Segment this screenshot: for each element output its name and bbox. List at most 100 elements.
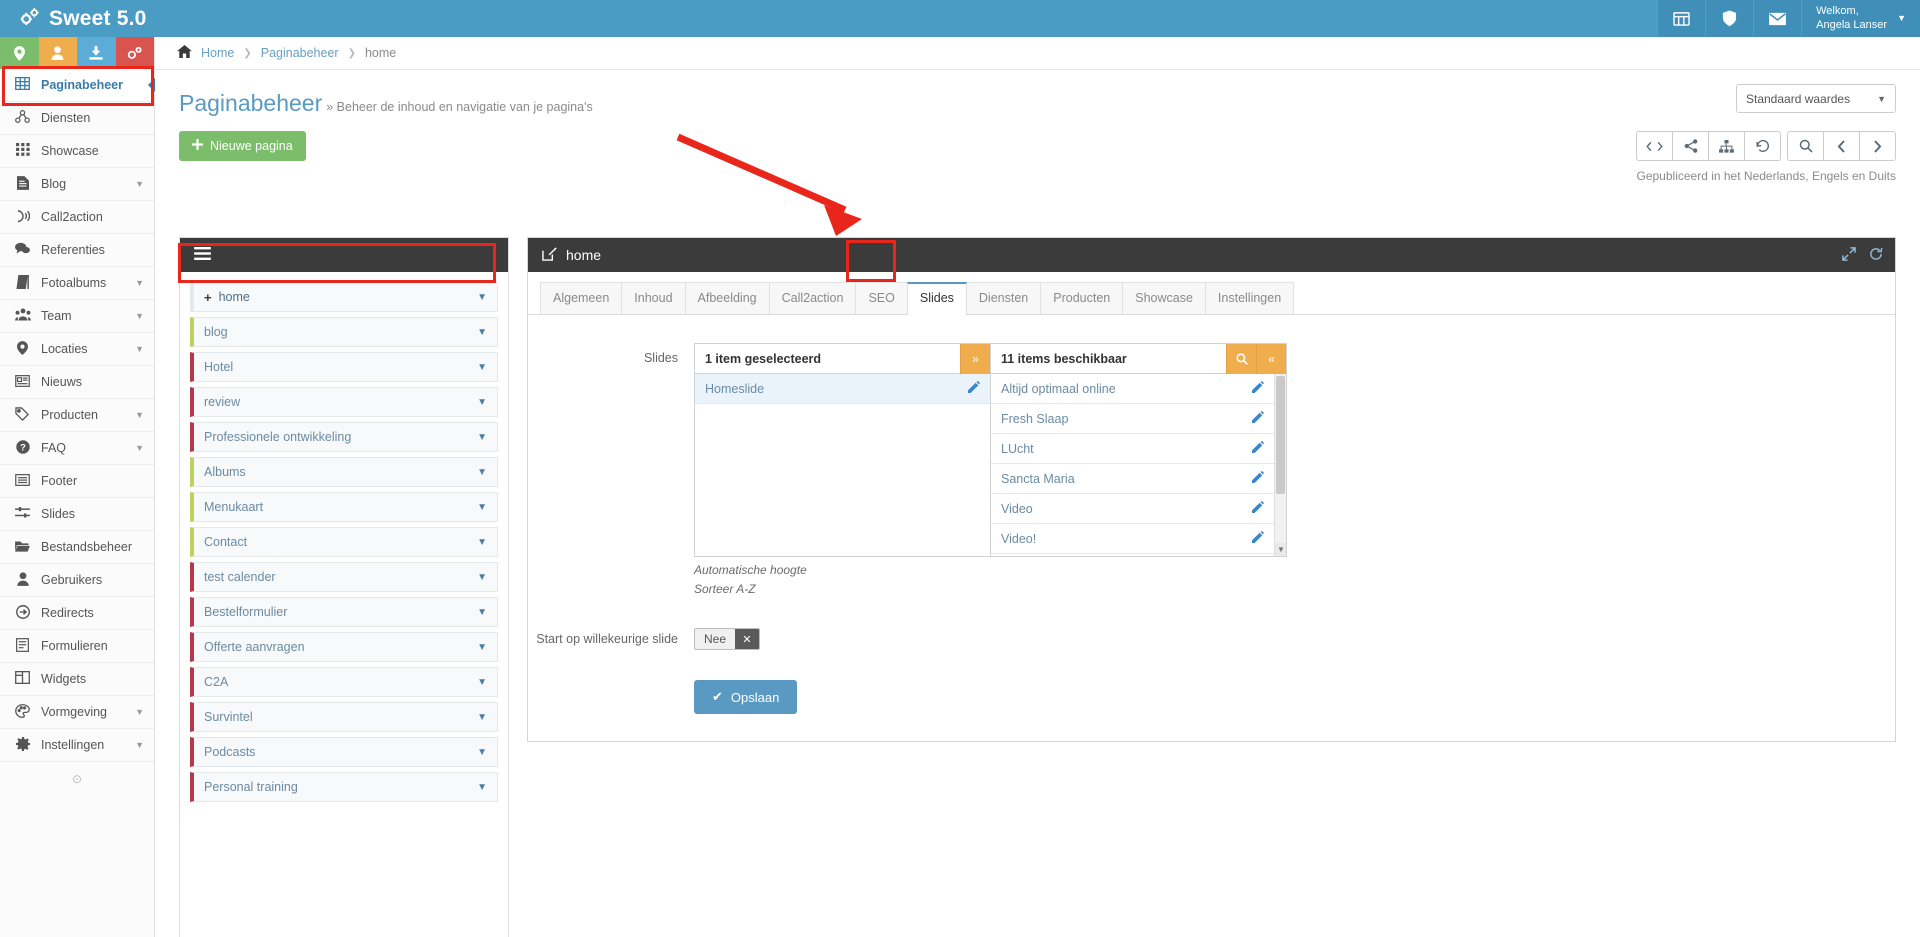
tab-call2action[interactable]: Call2action — [768, 282, 857, 314]
chevron-down-icon[interactable]: ▼ — [477, 362, 487, 373]
breadcrumb-item-home[interactable]: Home — [201, 46, 234, 60]
sitemap-icon[interactable] — [1708, 131, 1745, 161]
save-button[interactable]: ✔ Opslaan — [694, 680, 798, 715]
next-icon[interactable] — [1859, 131, 1896, 161]
available-slide-item[interactable]: LUcht — [991, 434, 1274, 464]
chevron-down-icon[interactable]: ▼ — [477, 397, 487, 408]
code-icon[interactable] — [1636, 131, 1673, 161]
sidebar-item-locaties[interactable]: Locaties ▼ — [0, 333, 154, 366]
chevron-down-icon[interactable]: ▼ — [477, 467, 487, 478]
plus-icon[interactable]: + — [204, 290, 212, 305]
tree-row[interactable]: Personal training ▼ — [190, 772, 498, 802]
scroll-down-arrow-icon[interactable]: ▼ — [1275, 543, 1286, 556]
chevron-down-icon[interactable]: ▼ — [477, 327, 487, 338]
tree-row[interactable]: Albums ▼ — [190, 457, 498, 487]
shield-icon[interactable] — [1705, 0, 1754, 37]
gears-icon[interactable] — [115, 37, 154, 69]
tab-showcase[interactable]: Showcase — [1122, 282, 1206, 314]
new-page-button[interactable]: Nieuwe pagina — [179, 131, 306, 161]
chevron-down-icon[interactable]: ▼ — [477, 747, 487, 758]
available-slide-item[interactable]: Video — [991, 494, 1274, 524]
sidebar-item-redirects[interactable]: Redirects — [0, 597, 154, 630]
chevron-down-icon[interactable]: ▼ — [477, 292, 487, 303]
chevron-down-icon[interactable]: ▼ — [477, 607, 487, 618]
tab-diensten[interactable]: Diensten — [965, 282, 1042, 314]
sidebar-item-faq[interactable]: ? FAQ ▼ — [0, 432, 154, 465]
user-icon[interactable] — [38, 37, 77, 69]
user-menu[interactable]: Welkom, Angela Lanser ▼ — [1801, 0, 1920, 37]
prev-icon[interactable] — [1823, 131, 1860, 161]
scrollbar-thumb[interactable] — [1276, 376, 1285, 494]
tab-inhoud[interactable]: Inhoud — [621, 282, 686, 314]
app-brand[interactable]: Sweet 5.0 — [0, 7, 147, 31]
sidebar-item-slides[interactable]: Slides — [0, 498, 154, 531]
standard-values-select[interactable]: Standaard waardes ▼ — [1736, 84, 1896, 113]
selected-slide-item[interactable]: Homeslide — [695, 374, 990, 404]
pencil-icon[interactable] — [1252, 441, 1264, 456]
chevron-down-icon[interactable]: ▼ — [477, 502, 487, 513]
chevron-down-icon[interactable]: ▼ — [477, 642, 487, 653]
tree-row[interactable]: review ▼ — [190, 387, 498, 417]
tree-row[interactable]: Podcasts ▼ — [190, 737, 498, 767]
sidebar-item-diensten[interactable]: Diensten — [0, 102, 154, 135]
tree-row[interactable]: Survintel ▼ — [190, 702, 498, 732]
chevron-double-right-icon[interactable]: » — [960, 343, 990, 374]
sidebar-item-paginabeheer[interactable]: Paginabeheer — [0, 69, 154, 102]
pencil-icon[interactable] — [968, 381, 980, 396]
pencil-icon[interactable] — [1252, 501, 1264, 516]
search-icon[interactable] — [1226, 343, 1256, 374]
tree-row[interactable]: blog ▼ — [190, 317, 498, 347]
sidebar-item-call2action[interactable]: Call2action — [0, 201, 154, 234]
pencil-icon[interactable] — [1252, 411, 1264, 426]
chevron-down-icon[interactable]: ▼ — [477, 677, 487, 688]
location-pin-icon[interactable] — [0, 37, 39, 69]
tab-slides[interactable]: Slides — [906, 282, 967, 315]
tab-instellingen[interactable]: Instellingen — [1204, 282, 1295, 314]
tab-seo[interactable]: SEO — [855, 282, 908, 314]
chevron-down-icon[interactable]: ▼ — [477, 782, 487, 793]
expand-icon[interactable] — [1842, 246, 1856, 264]
sidebar-item-formulieren[interactable]: Formulieren — [0, 630, 154, 663]
sidebar-item-nieuws[interactable]: Nieuws — [0, 366, 154, 399]
sidebar-item-referenties[interactable]: Referenties — [0, 234, 154, 267]
download-icon[interactable] — [77, 37, 116, 69]
tree-row[interactable]: Hotel ▼ — [190, 352, 498, 382]
sidebar-item-instellingen[interactable]: Instellingen ▼ — [0, 729, 154, 762]
history-icon[interactable] — [1744, 131, 1781, 161]
sidebar-item-vormgeving[interactable]: Vormgeving ▼ — [0, 696, 154, 729]
calendar-icon[interactable] — [1657, 0, 1706, 37]
tree-row[interactable]: C2A ▼ — [190, 667, 498, 697]
chevron-down-icon[interactable]: ▼ — [477, 537, 487, 548]
tab-afbeelding[interactable]: Afbeelding — [684, 282, 770, 314]
sidebar-item-gebruikers[interactable]: Gebruikers — [0, 564, 154, 597]
mail-icon[interactable] — [1753, 0, 1802, 37]
close-icon[interactable]: ✕ — [735, 629, 760, 650]
pencil-icon[interactable] — [1252, 381, 1264, 396]
sidebar-item-footer[interactable]: Footer — [0, 465, 154, 498]
tree-row[interactable]: Contact ▼ — [190, 527, 498, 557]
breadcrumb-item-paginabeheer[interactable]: Paginabeheer — [261, 46, 339, 60]
chevron-down-icon[interactable]: ▼ — [477, 572, 487, 583]
tree-row[interactable]: Menukaart ▼ — [190, 492, 498, 522]
sidebar-item-bestandsbeheer[interactable]: Bestandsbeheer — [0, 531, 154, 564]
available-slide-item[interactable]: Video! — [991, 524, 1274, 554]
available-slide-item[interactable]: Altijd optimaal online — [991, 374, 1274, 404]
sidebar-item-fotoalbums[interactable]: Fotoalbums ▼ — [0, 267, 154, 300]
sidebar-item-team[interactable]: Team ▼ — [0, 300, 154, 333]
share-icon[interactable] — [1672, 131, 1709, 161]
refresh-icon[interactable] — [1869, 247, 1883, 264]
search-icon[interactable] — [1787, 131, 1824, 161]
sidebar-item-producten[interactable]: Producten ▼ — [0, 399, 154, 432]
chevron-down-icon[interactable]: ▼ — [477, 432, 487, 443]
sidebar-item-showcase[interactable]: Showcase — [0, 135, 154, 168]
random-slide-toggle[interactable]: Nee ✕ — [694, 628, 761, 651]
available-list-scrollbar[interactable]: ▼ — [1274, 374, 1286, 556]
chevron-down-icon[interactable]: ▼ — [477, 712, 487, 723]
tree-row[interactable]: Bestelformulier ▼ — [190, 597, 498, 627]
tree-row[interactable]: Offerte aanvragen ▼ — [190, 632, 498, 662]
tree-row[interactable]: Professionele ontwikkeling ▼ — [190, 422, 498, 452]
hamburger-icon[interactable] — [194, 247, 211, 263]
tree-row[interactable]: test calender ▼ — [190, 562, 498, 592]
available-slide-item[interactable]: Sancta Maria — [991, 464, 1274, 494]
tab-producten[interactable]: Producten — [1040, 282, 1124, 314]
